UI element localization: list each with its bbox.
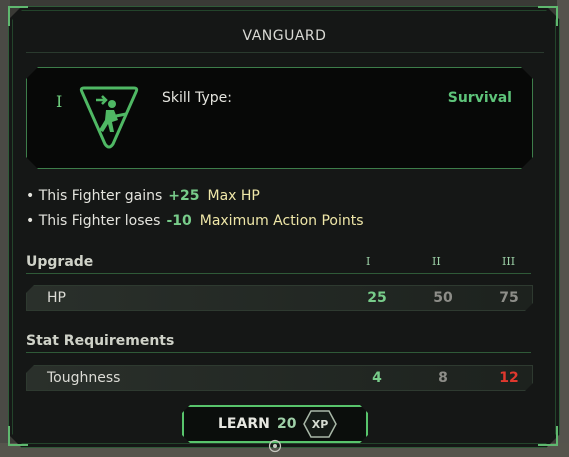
tier-column-3: III xyxy=(502,255,516,268)
effect-value: -10 xyxy=(166,213,192,229)
row-label: Toughness xyxy=(47,370,121,386)
tier-2-value: 8 xyxy=(438,370,448,386)
xp-label: XP xyxy=(311,418,329,431)
upgrade-row-hp: HP 25 50 75 xyxy=(26,285,533,311)
panel-title: VANGUARD xyxy=(242,28,327,44)
effect-text: This Fighter loses xyxy=(38,213,161,229)
skill-type-value: Survival xyxy=(447,90,512,106)
tier-column-1: I xyxy=(366,255,371,268)
effect-line: • This Fighter loses -10 Maximum Action Po… xyxy=(26,213,364,229)
corner-bracket xyxy=(8,6,28,26)
requirement-row-toughness: Toughness 4 8 12 xyxy=(26,365,533,391)
tier-1-value: 4 xyxy=(372,370,382,386)
corner-bracket xyxy=(538,426,558,446)
upgrade-heading: Upgrade xyxy=(26,254,94,270)
skill-tier: I xyxy=(56,92,63,111)
divider xyxy=(26,52,544,53)
effect-stat: Max HP xyxy=(207,188,260,204)
effect-stat: Maximum Action Points xyxy=(199,213,364,229)
corner-bracket xyxy=(8,426,28,446)
learn-label[interactable]: LEARN xyxy=(218,416,270,432)
divider xyxy=(26,273,531,274)
tier-3-value: 75 xyxy=(499,290,519,306)
bullet: • xyxy=(26,213,35,229)
requirements-heading: Stat Requirements xyxy=(26,333,175,349)
row-label: HP xyxy=(47,290,66,306)
upgrade-header: Upgrade I II III xyxy=(26,252,531,274)
tier-1-value: 25 xyxy=(367,290,387,306)
bullet: • xyxy=(26,188,35,204)
tier-3-value: 12 xyxy=(499,370,519,386)
tier-column-2: II xyxy=(432,255,441,268)
divider xyxy=(26,352,531,353)
effect-text: This Fighter gains xyxy=(38,188,163,204)
effect-line: • This Fighter gains +25 Max HP xyxy=(26,188,260,204)
requirements-header: Stat Requirements xyxy=(26,331,531,353)
tier-2-value: 50 xyxy=(433,290,453,306)
running-soldier-icon xyxy=(79,86,139,149)
controller-focus-icon xyxy=(268,439,282,453)
corner-bracket xyxy=(538,6,558,26)
learn-button[interactable] xyxy=(182,405,368,443)
effect-value: +25 xyxy=(168,188,200,204)
skill-type-label: Skill Type: xyxy=(162,90,232,106)
learn-cost[interactable]: 20 xyxy=(277,416,296,432)
